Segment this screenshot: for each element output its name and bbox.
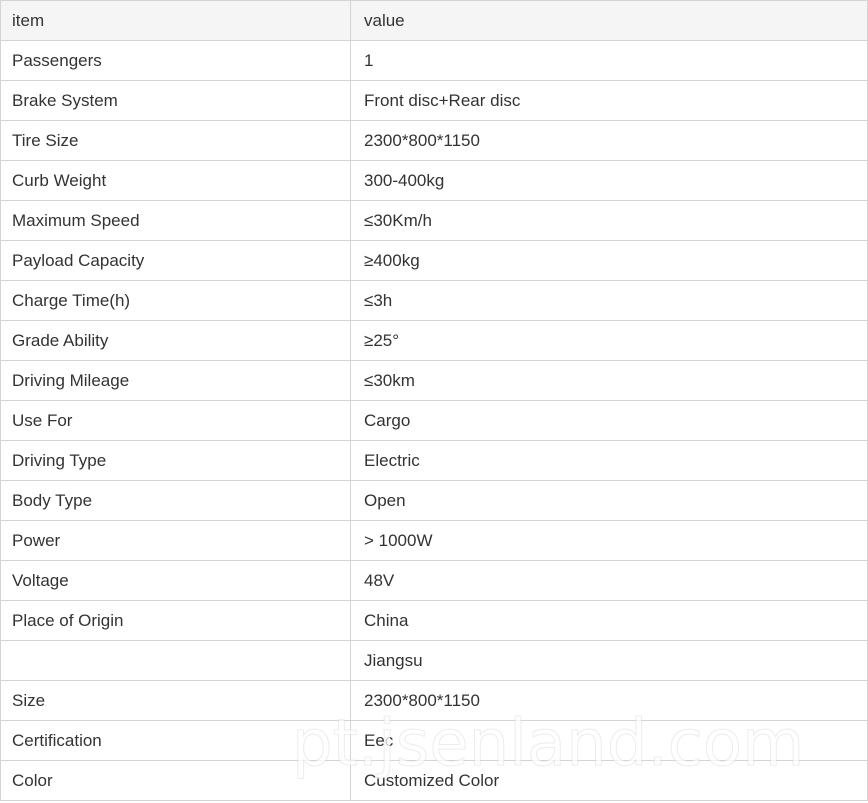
row-value: Front disc+Rear disc xyxy=(350,80,868,121)
table-row: Driving Type Electric xyxy=(0,440,868,481)
row-item: Maximum Speed xyxy=(0,200,351,241)
row-item: Tire Size xyxy=(0,120,351,161)
row-value: 2300*800*1150 xyxy=(350,120,868,161)
row-value: > 1000W xyxy=(350,520,868,561)
row-item: Voltage xyxy=(0,560,351,601)
row-value: Jiangsu xyxy=(350,640,868,681)
row-item: Size xyxy=(0,680,351,721)
row-item: Use For xyxy=(0,400,351,441)
header-item: item xyxy=(0,0,351,41)
header-value: value xyxy=(350,0,868,41)
row-value: ≥25° xyxy=(350,320,868,361)
row-value: Electric xyxy=(350,440,868,481)
table-row: Charge Time(h) ≤3h xyxy=(0,280,868,321)
row-value: ≤30km xyxy=(350,360,868,401)
row-value: ≤3h xyxy=(350,280,868,321)
row-item: Color xyxy=(0,760,351,801)
row-item: Brake System xyxy=(0,80,351,121)
row-value: ≥400kg xyxy=(350,240,868,281)
table-row: Passengers 1 xyxy=(0,40,868,81)
table-row: Curb Weight 300-400kg xyxy=(0,160,868,201)
row-item: Place of Origin xyxy=(0,600,351,641)
row-value: ≤30Km/h xyxy=(350,200,868,241)
table-row: Maximum Speed ≤30Km/h xyxy=(0,200,868,241)
table-row: Driving Mileage ≤30km xyxy=(0,360,868,401)
row-value: Cargo xyxy=(350,400,868,441)
row-value: Customized Color xyxy=(350,760,868,801)
row-item: Driving Type xyxy=(0,440,351,481)
table-row: Jiangsu xyxy=(0,640,868,681)
table-row: Certification Eec xyxy=(0,720,868,761)
row-item: Certification xyxy=(0,720,351,761)
table-row: Voltage 48V xyxy=(0,560,868,601)
row-item: Grade Ability xyxy=(0,320,351,361)
row-value: 300-400kg xyxy=(350,160,868,201)
table-row: Power > 1000W xyxy=(0,520,868,561)
row-item: Passengers xyxy=(0,40,351,81)
table-row: Place of Origin China xyxy=(0,600,868,641)
row-value: 2300*800*1150 xyxy=(350,680,868,721)
row-value: Eec xyxy=(350,720,868,761)
row-value: 48V xyxy=(350,560,868,601)
table-row: Body Type Open xyxy=(0,480,868,521)
row-value: China xyxy=(350,600,868,641)
table-row: Color Customized Color xyxy=(0,760,868,801)
row-item: Driving Mileage xyxy=(0,360,351,401)
row-item: Payload Capacity xyxy=(0,240,351,281)
table-row: Payload Capacity ≥400kg xyxy=(0,240,868,281)
row-value: 1 xyxy=(350,40,868,81)
table-row: Brake System Front disc+Rear disc xyxy=(0,80,868,121)
table-row: Use For Cargo xyxy=(0,400,868,441)
table-row: Grade Ability ≥25° xyxy=(0,320,868,361)
table-row: Size 2300*800*1150 xyxy=(0,680,868,721)
row-value: Open xyxy=(350,480,868,521)
row-item: Charge Time(h) xyxy=(0,280,351,321)
row-item: Curb Weight xyxy=(0,160,351,201)
row-item: Power xyxy=(0,520,351,561)
spec-table: item value Passengers 1 Brake System Front … xyxy=(0,0,868,801)
row-item: Body Type xyxy=(0,480,351,521)
table-row: Tire Size 2300*800*1150 xyxy=(0,120,868,161)
row-item xyxy=(0,640,351,681)
table-header-row: item value xyxy=(0,0,868,41)
